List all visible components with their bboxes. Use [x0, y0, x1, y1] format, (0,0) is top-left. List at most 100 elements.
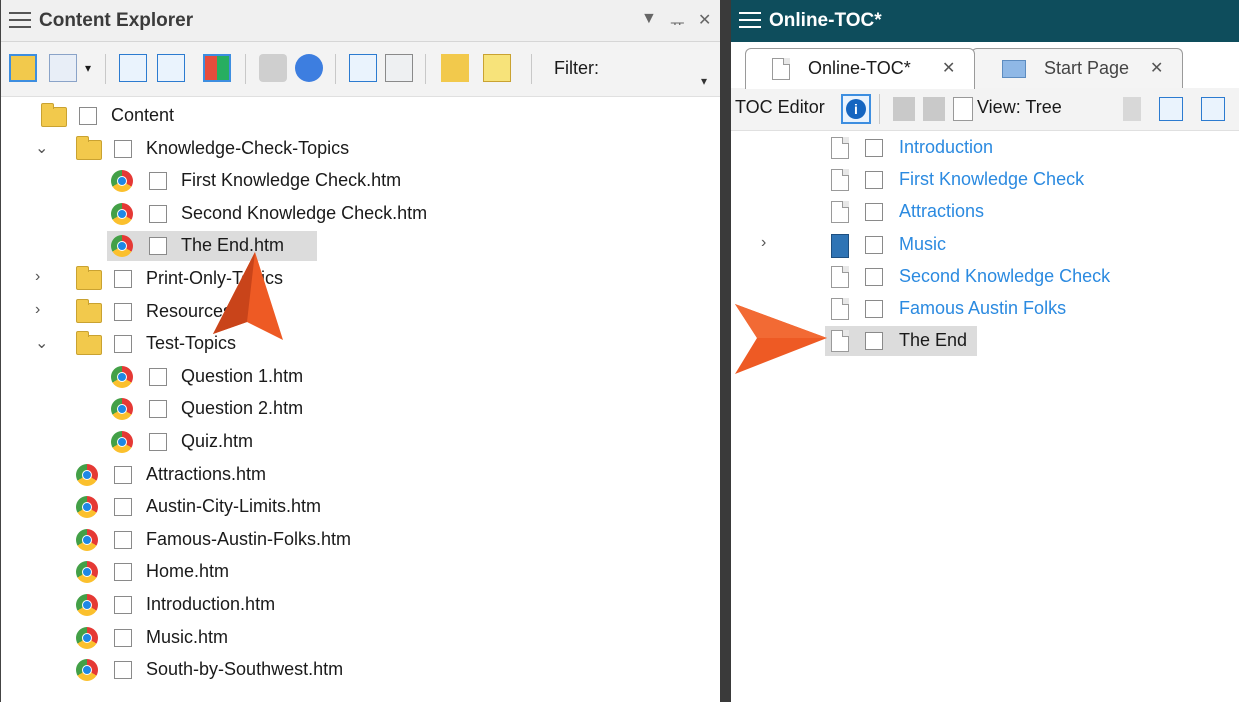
open-file-icon[interactable] [349, 54, 377, 82]
checkbox[interactable] [149, 400, 167, 419]
toc-titlebar: Online-TOC* [731, 0, 1239, 42]
menu-icon[interactable] [9, 12, 31, 28]
chevron-down-icon[interactable]: ⌄ [35, 138, 51, 158]
tree-item[interactable]: South-by-Southwest.htm [1, 655, 721, 685]
view-icon[interactable] [953, 97, 973, 121]
tree-item[interactable]: ⌄ Knowledge-Check-Topics [1, 134, 721, 164]
collapse-all-icon[interactable] [157, 54, 185, 82]
content-explorer-pane: Content Explorer ▼ ᅲ ✕ ▾ Filter: ▾ Conte… [0, 0, 721, 702]
checkbox[interactable] [114, 498, 132, 517]
checkbox[interactable] [865, 235, 883, 254]
pane-divider[interactable] [720, 0, 731, 702]
tree-item[interactable]: Famous-Austin-Folks.htm [1, 525, 721, 555]
checkbox[interactable] [114, 139, 132, 158]
checkbox[interactable] [114, 302, 132, 321]
tree-item[interactable]: Second Knowledge Check.htm [1, 199, 721, 229]
move-down-icon[interactable] [923, 97, 945, 121]
checkbox[interactable] [114, 596, 132, 614]
table-view-icon[interactable] [49, 54, 77, 82]
checkbox[interactable] [114, 628, 132, 647]
tree-item[interactable]: Music.htm [1, 623, 721, 653]
properties-icon[interactable] [1123, 97, 1141, 121]
collapse-all-icon[interactable] [1201, 97, 1225, 121]
chrome-icon [111, 202, 135, 225]
checkbox[interactable] [114, 530, 132, 549]
checkbox[interactable] [149, 204, 167, 223]
folder-view-icon[interactable] [9, 54, 37, 82]
chevron-right-icon[interactable]: › [35, 268, 51, 286]
toc-item[interactable]: Attractions [731, 197, 1239, 227]
new-folder-icon[interactable] [441, 54, 469, 82]
checkbox[interactable] [865, 139, 883, 157]
chevron-down-icon[interactable]: ⌄ [35, 333, 51, 353]
tree-item[interactable]: Content [1, 101, 721, 131]
expand-all-icon[interactable] [119, 54, 147, 82]
chrome-icon [76, 659, 100, 682]
checkbox[interactable] [865, 267, 883, 286]
close-icon[interactable]: ✕ [698, 10, 711, 30]
toc-item[interactable]: › Music [731, 230, 1239, 260]
checkbox[interactable] [114, 335, 132, 354]
overflow-icon[interactable]: ▾ [701, 74, 707, 88]
chrome-icon [111, 431, 135, 453]
tree-item[interactable]: First Knowledge Check.htm [1, 166, 721, 196]
checkbox[interactable] [149, 433, 167, 451]
tree-item-label: Austin-City-Limits.htm [146, 496, 322, 517]
pin-icon[interactable]: ᅲ [670, 10, 685, 34]
new-file-icon[interactable] [483, 54, 511, 82]
checkbox[interactable] [149, 172, 167, 191]
checkbox[interactable] [865, 171, 883, 190]
refresh-icon[interactable] [295, 54, 323, 82]
tab-online-toc[interactable]: Online-TOC* ✕ [745, 48, 975, 89]
tree-item[interactable]: › Resources [1, 297, 721, 327]
checkbox[interactable] [114, 661, 132, 680]
chevron-right-icon[interactable]: › [761, 234, 777, 252]
view-tree-button[interactable]: View: Tree [977, 97, 1062, 118]
tree-item-label: Knowledge-Check-Topics [146, 137, 350, 158]
checkbox[interactable] [79, 107, 97, 125]
toc-item[interactable]: Second Knowledge Check [731, 262, 1239, 292]
dropdown-icon[interactable]: ▼ [641, 10, 657, 28]
checkbox[interactable] [114, 563, 132, 582]
checkbox[interactable] [149, 367, 167, 386]
checkbox[interactable] [865, 332, 883, 351]
tab-start-page[interactable]: Start Page ✕ [971, 48, 1183, 88]
checkbox[interactable] [149, 237, 167, 256]
checkbox[interactable] [865, 300, 883, 318]
link-icon[interactable] [259, 54, 287, 82]
tree-item[interactable]: The End.htm [1, 231, 721, 261]
tree-item[interactable]: ⌄ Test-Topics [1, 329, 721, 359]
tree-item[interactable]: Introduction.htm [1, 590, 721, 620]
toc-item[interactable]: Introduction [731, 133, 1239, 163]
tree-item[interactable]: Question 1.htm [1, 362, 721, 392]
toc-item-label: The End [899, 330, 968, 351]
tree-item[interactable]: Attractions.htm [1, 460, 721, 490]
chevron-down-icon[interactable]: ▾ [81, 54, 95, 82]
checkbox[interactable] [865, 203, 883, 222]
tree-item[interactable]: Question 2.htm [1, 394, 721, 424]
close-icon[interactable]: ✕ [942, 58, 955, 78]
tree-item[interactable]: Quiz.htm [1, 427, 721, 457]
tree-item[interactable]: Home.htm [1, 557, 721, 587]
chrome-icon [111, 365, 135, 388]
checkbox[interactable] [114, 465, 132, 484]
expand-all-icon[interactable] [1159, 97, 1183, 121]
book-icon-shape [831, 233, 849, 258]
page-icon-shape [831, 265, 849, 288]
search-file-icon[interactable] [385, 54, 413, 82]
move-up-icon[interactable] [893, 97, 915, 121]
tree-item[interactable]: Austin-City-Limits.htm [1, 492, 721, 522]
color-view-icon[interactable] [203, 54, 231, 82]
chrome-icon [76, 561, 100, 584]
checkbox[interactable] [114, 270, 132, 288]
chrome-icon [76, 496, 100, 519]
toc-item[interactable]: First Knowledge Check [731, 165, 1239, 195]
menu-icon[interactable] [739, 12, 761, 28]
chevron-right-icon[interactable]: › [35, 301, 51, 319]
info-button[interactable]: i [841, 94, 871, 124]
folder-icon [76, 298, 102, 323]
panel-title: Content Explorer [39, 10, 194, 31]
tree-item[interactable]: › Print-Only-Topics [1, 264, 721, 294]
close-icon[interactable]: ✕ [1150, 58, 1163, 78]
tree-item-label: First Knowledge Check.htm [181, 170, 402, 191]
